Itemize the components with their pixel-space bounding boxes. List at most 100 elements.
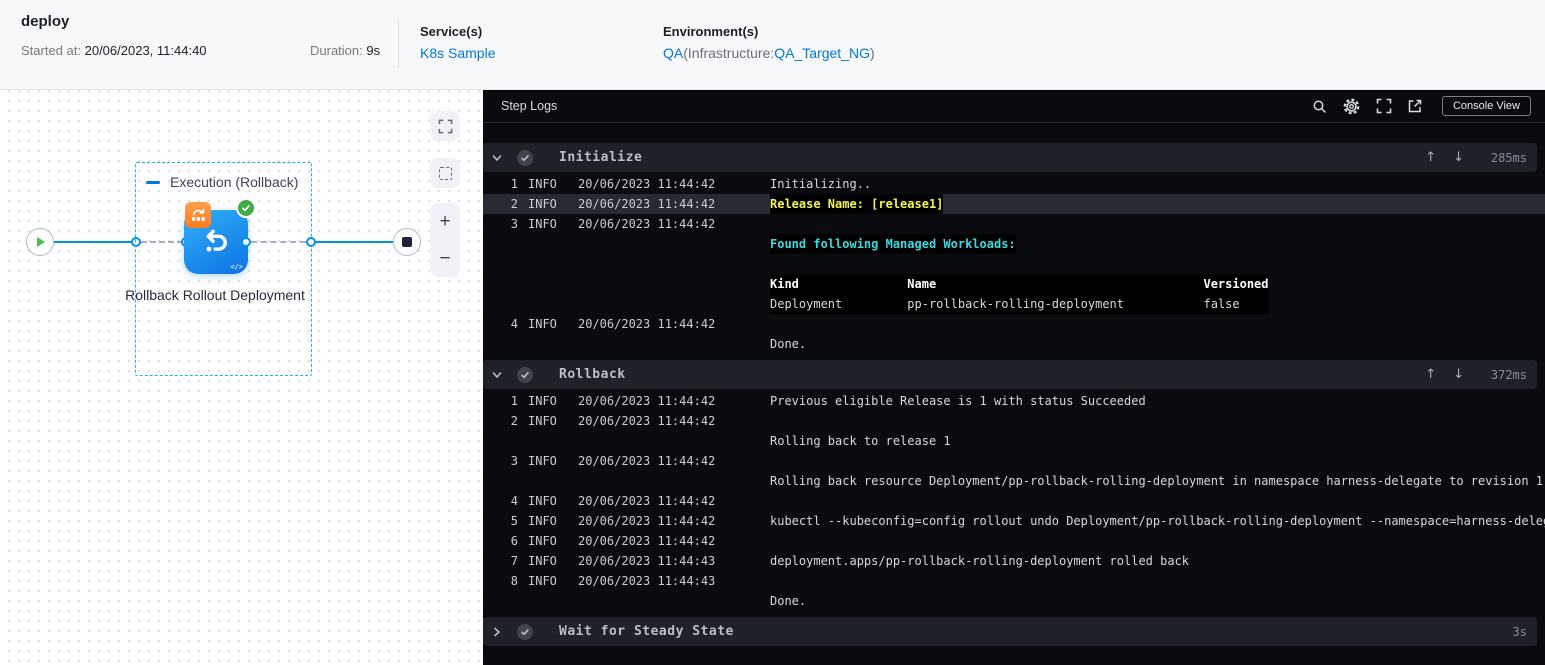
log-level [528, 471, 568, 491]
log-timestamp: 20/06/2023 11:44:42 [578, 494, 716, 508]
service-link[interactable]: K8s Sample [420, 45, 495, 61]
open-in-new-icon [1408, 99, 1422, 113]
duration-label: Duration: [310, 43, 363, 58]
zoom-controls: + − [430, 203, 460, 277]
log-line-number: 6 [510, 534, 518, 548]
log-line: 6 INFO 20/06/2023 11:44:42 [483, 531, 1545, 551]
console-view-button[interactable]: Console View [1441, 96, 1531, 116]
log-section-header[interactable]: Initialize ↑ ↓ 285ms [483, 143, 1537, 172]
log-settings-button[interactable] [1342, 97, 1361, 116]
log-timestamp: 20/06/2023 11:44:42 [578, 317, 716, 331]
log-level [528, 254, 568, 274]
marquee-select-button[interactable] [430, 158, 460, 188]
code-glyph: </> [230, 263, 243, 271]
log-level: INFO [528, 414, 557, 428]
environment-value: QA(Infrastructure:QA_Target_NG) [663, 45, 875, 63]
log-section-header[interactable]: Wait for Steady State ↑ ↓ 3s [483, 617, 1537, 646]
log-line [483, 254, 1545, 274]
search-icon [1313, 100, 1326, 113]
log-level: INFO [528, 197, 557, 211]
success-check-icon [236, 198, 256, 218]
services-label: Service(s) [420, 24, 483, 39]
step-success-icon [517, 149, 533, 166]
log-line-number [483, 234, 518, 254]
log-section-title: Initialize [559, 150, 643, 165]
log-timestamp: 20/06/2023 11:44:42 [578, 534, 716, 548]
settings-gear-icon [1343, 98, 1360, 114]
log-section-header[interactable]: Rollback ↑ ↓ 372ms [483, 360, 1537, 389]
log-sections: Initialize ↑ ↓ 285ms 1 INFO 20/06/2023 1… [483, 123, 1545, 646]
environment-suffix: ) [869, 45, 875, 61]
scroll-down-icon[interactable]: ↓ [1453, 367, 1464, 382]
log-line-number: 2 [510, 197, 518, 211]
step-duration: 3s [1512, 624, 1527, 639]
pipeline-graph-canvas[interactable]: Execution (Rollback) </> Rollback Rollou… [0, 90, 483, 665]
step-duration: 372ms [1490, 367, 1527, 382]
log-section: Initialize ↑ ↓ 285ms 1 INFO 20/06/2023 1… [483, 143, 1545, 354]
started-at: Started at: 20/06/2023, 11:44:40 [21, 43, 207, 58]
log-line-number [483, 471, 518, 491]
open-in-new-button[interactable] [1407, 98, 1423, 114]
chevron-down-icon[interactable] [491, 369, 503, 381]
log-timestamp: 20/06/2023 11:44:42 [578, 217, 716, 231]
log-timestamp [578, 334, 770, 354]
collapse-dash-icon[interactable] [146, 180, 160, 184]
log-timestamp [578, 471, 770, 491]
zoom-out-button[interactable]: − [430, 240, 460, 277]
execution-header: deploy Started at: 20/06/2023, 11:44:40 … [0, 0, 1545, 90]
log-message: Found following Managed Workloads: [770, 234, 1016, 254]
log-message: deployment.apps/pp-rollback-rolling-depl… [770, 554, 1190, 568]
log-line-number: 1 [510, 177, 518, 191]
canvas-fullscreen-button[interactable] [430, 111, 460, 141]
log-timestamp [578, 234, 770, 254]
log-level: INFO [528, 554, 557, 568]
log-timestamp [578, 254, 770, 274]
zoom-in-button[interactable]: + [430, 203, 460, 240]
expand-icon [1376, 98, 1392, 114]
scroll-arrows: ↑ ↓ [1425, 150, 1464, 165]
start-node [26, 228, 54, 256]
log-message: Rolling back to release 1 [770, 434, 951, 448]
step-success-icon [517, 366, 533, 383]
scroll-down-icon[interactable]: ↓ [1453, 150, 1464, 165]
environment-link[interactable]: QA [663, 45, 683, 61]
log-level [528, 334, 568, 354]
pipeline-edge [316, 241, 393, 243]
chevron-right-icon[interactable] [491, 626, 503, 638]
log-search-button[interactable] [1312, 99, 1327, 114]
chevron-down-icon[interactable] [491, 152, 503, 164]
log-line: Rolling back to release 1 [483, 431, 1545, 451]
infrastructure-link[interactable]: QA_Target_NG [774, 45, 870, 61]
log-section-rows: 1 INFO 20/06/2023 11:44:42 Previous elig… [483, 391, 1545, 611]
log-line-number: 8 [510, 574, 518, 588]
log-message: Deployment pp-rollback-rolling-deploymen… [770, 294, 1269, 314]
environment-infra-prefix: (Infrastructure: [683, 45, 775, 61]
scroll-up-icon[interactable]: ↑ [1425, 150, 1436, 165]
log-line-number: 4 [510, 494, 518, 508]
log-timestamp: 20/06/2023 11:44:42 [578, 177, 716, 191]
log-section-meta: ↑ ↓ 3s [1481, 625, 1527, 639]
log-line: 7 INFO 20/06/2023 11:44:43 deployment.ap… [483, 551, 1545, 571]
log-message: Done. [770, 594, 807, 608]
stop-icon [402, 237, 412, 247]
log-timestamp: 20/06/2023 11:44:42 [578, 454, 716, 468]
pipeline-edge [54, 241, 136, 243]
environments-block: Environment(s) QA(Infrastructure:QA_Targ… [663, 24, 875, 63]
log-line: 2 INFO 20/06/2023 11:44:42 [483, 411, 1545, 431]
fullscreen-icon [438, 119, 452, 133]
scroll-up-icon[interactable]: ↑ [1425, 367, 1436, 382]
log-message: Kind Name Versioned [770, 274, 1269, 294]
log-line: 8 INFO 20/06/2023 11:44:43 [483, 571, 1545, 591]
log-timestamp: 20/06/2023 11:44:43 [578, 554, 716, 568]
log-line: 2 INFO 20/06/2023 11:44:42 Release Name:… [483, 194, 1545, 214]
log-level: INFO [528, 177, 557, 191]
log-timestamp: 20/06/2023 11:44:42 [578, 414, 716, 428]
log-line: 1 INFO 20/06/2023 11:44:42 Initializing.… [483, 174, 1545, 194]
play-icon [37, 237, 45, 247]
step-logs-panel: Step Logs Console View Initialize ↑ ↓ 28… [483, 90, 1545, 665]
log-line: 4 INFO 20/06/2023 11:44:42 [483, 314, 1545, 334]
log-line-number: 4 [510, 317, 518, 331]
log-expand-button[interactable] [1376, 98, 1392, 114]
log-level: INFO [528, 317, 557, 331]
log-level [528, 591, 568, 611]
